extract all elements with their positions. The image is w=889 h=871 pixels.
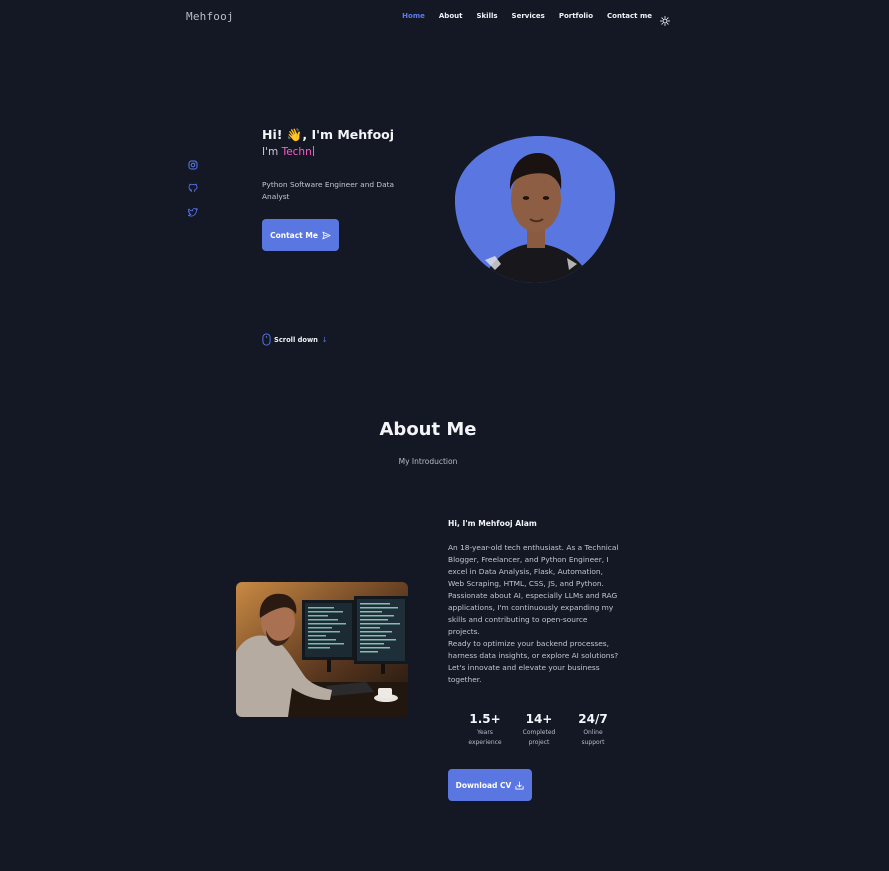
nav-home[interactable]: Home	[402, 12, 425, 20]
nav-skills[interactable]: Skills	[476, 12, 497, 20]
about-heading: Hi, I'm Mehfooj Alam	[448, 519, 537, 528]
nav-services[interactable]: Services	[512, 12, 545, 20]
stats-row: 1.5+ Years experience 14+ Completed projec…	[462, 712, 624, 748]
stat-label: Years experience	[468, 729, 502, 746]
stat-value: 14+	[525, 712, 553, 726]
stat-label: Online support	[581, 729, 605, 746]
nav-portfolio[interactable]: Portfolio	[559, 12, 593, 20]
main-nav: Home About Skills Services Portfolio Con…	[388, 11, 670, 26]
stat-value: 1.5+	[469, 712, 501, 726]
typed-text: Techn	[281, 146, 312, 158]
about-title: About Me	[379, 419, 477, 440]
stat-value: 24/7	[578, 712, 608, 726]
about-paragraph: An 18-year-old tech enthusiast. As a Tec…	[448, 543, 619, 588]
profile-photo	[455, 134, 615, 283]
typing-cursor	[312, 146, 314, 156]
contact-button-label: Contact Me	[270, 230, 318, 240]
contact-me-button[interactable]: Contact Me	[262, 219, 339, 251]
github-icon[interactable]	[188, 183, 198, 193]
sun-icon[interactable]	[660, 11, 670, 26]
arrow-down-icon: ↓	[321, 335, 328, 344]
about-photo	[236, 582, 408, 717]
hero-description: Python Software Engineer and Data Analys…	[262, 180, 395, 201]
mouse-icon	[262, 333, 271, 346]
nav-contact[interactable]: Contact me	[607, 12, 652, 20]
download-icon	[515, 780, 524, 790]
stat-label: Completed project	[522, 729, 556, 746]
typed-prefix: I'm	[262, 146, 282, 158]
stat-projects: 14+ Completed project	[516, 712, 562, 748]
hero-greeting: Hi! 👋, I'm Mehfooj	[262, 127, 395, 142]
hero-typed-line: I'm Techn	[262, 146, 314, 158]
scroll-down-label: Scroll down	[274, 335, 318, 344]
download-cv-label: Download CV	[455, 780, 512, 790]
twitter-icon[interactable]	[188, 207, 198, 217]
page: Mehfooj Home About Skills Services Portf…	[0, 0, 889, 871]
about-subtitle: My Introduction	[398, 457, 458, 466]
scroll-down-link[interactable]: Scroll down ↓	[262, 333, 328, 346]
instagram-icon[interactable]	[188, 160, 198, 170]
logo[interactable]: Mehfooj	[186, 10, 234, 23]
about-description: An 18-year-old tech enthusiast. As a Tec…	[448, 542, 620, 686]
about-paragraph: Ready to optimize your backend processes…	[448, 639, 619, 684]
stat-support: 24/7 Online support	[570, 712, 616, 748]
stat-experience: 1.5+ Years experience	[462, 712, 508, 748]
send-icon	[322, 231, 331, 239]
download-cv-button[interactable]: Download CV	[448, 769, 532, 801]
nav-about[interactable]: About	[439, 12, 463, 20]
about-paragraph: Passionate about AI, especially LLMs and…	[448, 591, 618, 636]
